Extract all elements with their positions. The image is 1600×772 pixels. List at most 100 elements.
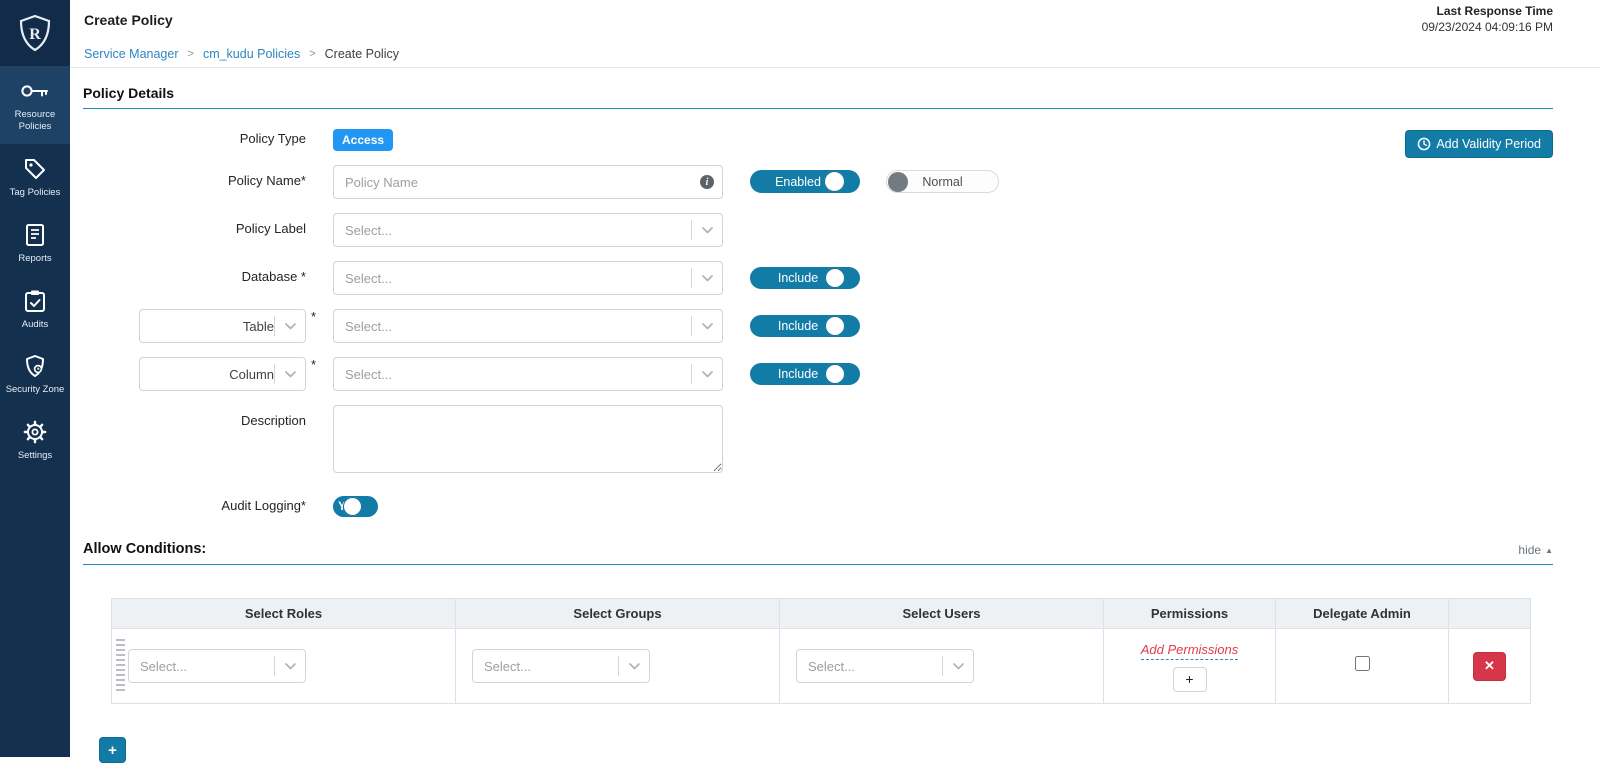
report-icon [25,222,45,248]
column-resource-type-select[interactable]: Column [139,357,306,391]
create-policy-page: R Resource Policies Tag Policies Reports [0,0,1600,772]
sidebar-item-label: Tag Policies [10,187,61,199]
select-placeholder: Select... [473,659,618,674]
add-permissions-link[interactable]: Add Permissions [1141,642,1239,660]
database-label: Database * [83,261,306,284]
policy-name-row: Policy Name* i Enabled Normal [83,165,1553,199]
sidebar-item-audits[interactable]: Audits [0,276,70,342]
sidebar-item-resource-policies[interactable]: Resource Policies [0,66,70,144]
collapse-arrow-icon: ▲ [1545,546,1553,555]
sidebar-item-settings[interactable]: Settings [0,407,70,473]
last-response-label: Last Response Time [1422,4,1553,20]
tag-icon [23,156,47,182]
normal-override-toggle[interactable]: Normal [886,170,999,193]
column-select[interactable]: Select... [333,357,723,391]
include-toggle-label: Include [778,367,818,381]
col-select-roles: Select Roles [112,599,456,629]
chevron-down-icon [275,323,305,330]
table-resource-type-select[interactable]: Table [139,309,306,343]
required-asterisk: * [311,309,316,324]
select-value: Table [140,319,274,334]
sidebar-item-tag-policies[interactable]: Tag Policies [0,144,70,210]
enabled-toggle[interactable]: Enabled [750,170,860,193]
last-response-value: 09/23/2024 04:09:16 PM [1422,20,1553,36]
content: Policy Details Add Validity Period Polic… [70,68,1600,763]
select-placeholder: Select... [334,319,691,334]
description-textarea[interactable] [333,405,723,473]
toggle-knob [825,268,845,288]
policy-details-title: Policy Details [83,85,1553,109]
database-select[interactable]: Select... [333,261,723,295]
clock-icon [1417,137,1431,151]
breadcrumb-current: Create Policy [325,47,399,61]
toggle-knob [825,316,845,336]
sidebar-item-label: Security Zone [6,384,65,396]
select-placeholder: Select... [797,659,942,674]
condition-row: Select... Select... [112,629,1531,704]
ranger-logo[interactable]: R [0,0,70,66]
chevron-down-icon [275,663,305,670]
key-icon [20,78,50,104]
allow-conditions-table: Select Roles Select Groups Select Users … [111,598,1531,704]
col-actions [1449,599,1531,629]
chevron-down-icon [943,663,973,670]
sidebar: R Resource Policies Tag Policies Reports [0,0,70,757]
audit-logging-toggle[interactable]: Yes [333,496,378,517]
chevron-down-icon [619,663,649,670]
roles-cell: Select... [112,629,456,704]
sidebar-item-label: Audits [22,319,48,331]
sidebar-item-reports[interactable]: Reports [0,210,70,276]
description-row: Description [83,405,1553,478]
audit-logging-label: Audit Logging* [83,492,306,513]
include-toggle-label: Include [778,271,818,285]
delegate-admin-cell [1276,629,1449,704]
shield-logo-icon: R [18,14,52,52]
policy-name-label: Policy Name* [83,165,306,188]
last-response-time: Last Response Time 09/23/2024 04:09:16 P… [1422,4,1553,35]
topbar: Create Policy Last Response Time 09/23/2… [70,0,1600,40]
delegate-admin-checkbox[interactable] [1355,656,1370,671]
select-roles-dropdown[interactable]: Select... [128,649,306,683]
breadcrumb-service-manager[interactable]: Service Manager [84,47,179,61]
users-cell: Select... [780,629,1104,704]
chevron-down-icon [692,227,722,234]
col-delegate-admin: Delegate Admin [1276,599,1449,629]
allow-conditions-header: Allow Conditions: hide ▲ [83,541,1553,565]
hide-label: hide [1518,543,1541,557]
chevron-down-icon [692,371,722,378]
add-condition-row-button[interactable]: + [99,737,126,763]
breadcrumb-separator: > [309,48,315,60]
select-users-dropdown[interactable]: Select... [796,649,974,683]
groups-cell: Select... [456,629,780,704]
policy-type-label: Policy Type [83,127,306,146]
hide-section-link[interactable]: hide ▲ [1518,543,1553,557]
info-icon: i [700,175,714,189]
gear-icon [23,419,47,445]
table-select[interactable]: Select... [333,309,723,343]
column-include-toggle[interactable]: Include [750,363,860,385]
main-area: Create Policy Last Response Time 09/23/2… [70,0,1600,772]
svg-text:R: R [29,26,41,43]
delete-row-button[interactable]: ✕ [1473,652,1506,681]
table-include-toggle[interactable]: Include [750,315,860,337]
delete-icon: ✕ [1484,658,1495,673]
normal-toggle-label: Normal [922,175,962,189]
select-placeholder: Select... [129,659,274,674]
add-validity-period-button[interactable]: Add Validity Period [1405,130,1553,158]
policy-type-row: Policy Type Access [83,127,1553,151]
drag-handle[interactable] [116,639,125,693]
select-placeholder: Select... [334,271,691,286]
include-toggle-label: Include [778,319,818,333]
shield-clock-icon [24,353,46,379]
select-placeholder: Select... [334,223,691,238]
select-groups-dropdown[interactable]: Select... [472,649,650,683]
policy-name-input[interactable] [333,165,723,199]
add-permission-button[interactable]: + [1173,667,1207,692]
policy-label-label: Policy Label [83,213,306,236]
database-include-toggle[interactable]: Include [750,267,860,289]
policy-label-select[interactable]: Select... [333,213,723,247]
toggle-knob [343,497,362,516]
sidebar-item-security-zone[interactable]: Security Zone [0,341,70,407]
chevron-down-icon [692,323,722,330]
breadcrumb-cm-kudu-policies[interactable]: cm_kudu Policies [203,47,300,61]
